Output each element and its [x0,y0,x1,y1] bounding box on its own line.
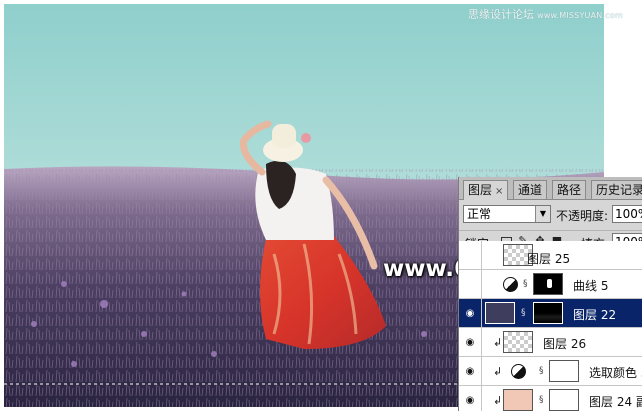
clipping-mask-icon: ↲ [493,365,503,378]
layer-name: 选取颜色 3 [589,366,642,380]
curves-adjustment-icon [503,277,518,292]
layer-row[interactable]: § 曲线 5 [459,270,642,299]
visibility-toggle[interactable]: ◉ [459,386,482,411]
layer-name: 图层 24 副本 [589,395,642,409]
blend-opacity-row: 正常 ▼ 不透明度: 100% [459,203,642,225]
layer-row[interactable]: 图层 25 [459,241,642,270]
clipping-mask-icon: ↲ [493,336,503,349]
layers-list: 图层 25 § 曲线 5 ◉ § 图层 22 ◉ ↲ 图层 26 ◉ ↲ § 选… [459,241,642,411]
layer-mask-thumbnail [533,302,563,324]
visibility-toggle[interactable]: ◉ [459,357,482,385]
link-icon[interactable]: § [523,279,529,290]
eye-icon: ◉ [465,395,475,406]
layer-row[interactable]: ◉ ↲ § 图层 24 副本 [459,386,642,411]
eye-icon: ◉ [465,337,475,348]
layer-name: 图层 25 [527,252,571,266]
layer-mask-thumbnail [549,389,579,411]
layer-thumbnail [503,331,533,353]
visibility-toggle[interactable] [459,270,482,298]
tab-paths[interactable]: 路径 [552,180,587,199]
layer-mask-thumbnail [533,273,563,295]
layers-panel: 图层× 通道 路径 历史记录 正常 ▼ 不透明度: 100% 锁定: ✎ ✥ ■… [458,177,642,411]
opacity-label: 不透明度: [556,209,609,223]
tab-history[interactable]: 历史记录 [591,180,642,199]
layer-thumbnail [503,389,533,411]
blend-mode-value: 正常 [467,207,492,221]
visibility-toggle[interactable]: ◉ [459,299,482,327]
tab-layers[interactable]: 图层 × [463,180,509,200]
tab-layers-label: 图层 [468,183,493,197]
eye-icon: ◉ [465,308,475,319]
close-icon[interactable]: × [495,186,503,197]
eye-icon: ◉ [465,366,475,377]
blend-mode-select[interactable]: 正常 ▼ [463,205,551,223]
visibility-toggle[interactable]: ◉ [459,328,482,356]
watermark-url: www.MISSYUAN.com [537,11,623,20]
layer-name: 图层 22 [573,308,617,322]
link-icon[interactable]: § [539,366,545,377]
layer-row[interactable]: ◉ ↲ 图层 26 [459,328,642,357]
chevron-down-icon[interactable]: ▼ [535,206,550,222]
tab-channels[interactable]: 通道 [513,180,548,199]
link-icon[interactable]: § [539,395,545,406]
opacity-input[interactable]: 100% [612,205,642,223]
site-watermark: 思缘设计论坛 www.MISSYUAN.com [468,6,623,22]
clipping-mask-icon: ↲ [493,394,503,407]
link-icon[interactable]: § [521,308,527,319]
layer-row-selected[interactable]: ◉ § 图层 22 [459,299,642,328]
layer-name: 图层 26 [543,337,587,351]
selective-color-adjustment-icon [511,364,526,379]
layer-row[interactable]: ◉ ↲ § 选取颜色 3 [459,357,642,386]
layer-thumbnail [485,302,515,324]
panel-tabs: 图层 × 通道 路径 历史记录 [459,177,642,200]
layer-name: 曲线 5 [573,279,609,293]
visibility-toggle[interactable] [459,241,482,269]
watermark-text: 思缘设计论坛 [468,8,534,21]
layer-mask-thumbnail [549,360,579,382]
